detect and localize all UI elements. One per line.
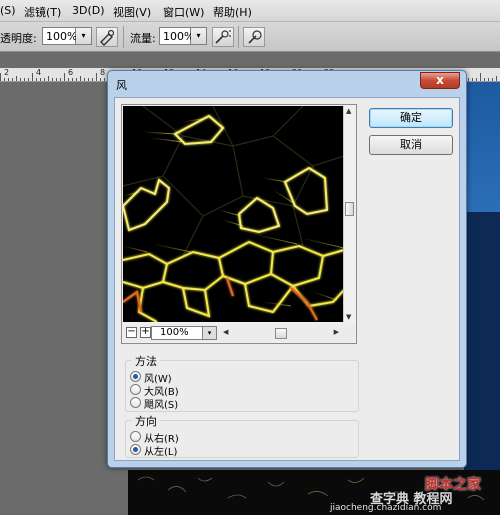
tablet-pressure-button[interactable] <box>243 27 265 47</box>
radio-button[interactable] <box>130 384 141 395</box>
zoom-in-button[interactable]: + <box>140 327 151 338</box>
canvas-image-area <box>464 82 500 212</box>
ruler-tick <box>496 76 497 81</box>
ok-button[interactable]: 确定 <box>369 108 453 128</box>
airbrush-toggle-button[interactable] <box>212 27 234 47</box>
radio-button[interactable] <box>130 397 141 408</box>
ruler-tick <box>80 76 81 81</box>
canvas-fragment <box>464 82 500 482</box>
ruler-tick <box>12 78 13 81</box>
ruler-label: 4 <box>36 68 42 77</box>
ruler-tick <box>4 78 5 81</box>
cancel-button[interactable]: 取消 <box>369 135 453 155</box>
preview-horizontal-scrollbar[interactable]: ◀ ▶ <box>223 328 339 339</box>
menu-item-3d[interactable]: 3D(D) <box>72 4 105 17</box>
menu-bar: (S) 滤镜(T) 3D(D) 视图(V) 窗口(W) 帮助(H) <box>0 0 500 22</box>
preview-vertical-scrollbar[interactable]: ▲ ▼ <box>343 106 355 322</box>
opacity-input[interactable]: 100% <box>42 27 77 45</box>
ruler-tick <box>96 73 97 81</box>
wind-filter-dialog: 风 x ▲ ▼ − + 100% ▾ ◀ ▶ 确定 取消 方法 风(W) 大风(… <box>107 70 467 468</box>
direction-group: 方向 从右(R) 从左(L) <box>125 413 359 458</box>
ruler-tick <box>16 76 17 81</box>
ruler-label: 2 <box>4 68 10 77</box>
option-label: 从左(L) <box>144 447 178 458</box>
wind-effect-preview-image <box>123 106 344 322</box>
ruler-tick <box>88 78 89 81</box>
ruler-tick <box>84 78 85 81</box>
scroll-up-icon[interactable]: ▲ <box>346 107 351 115</box>
dialog-title: 风 <box>116 79 127 92</box>
direction-legend: 方向 <box>132 413 160 429</box>
ruler-tick <box>48 76 49 81</box>
airbrush-icon <box>215 30 231 44</box>
dialog-body: ▲ ▼ − + 100% ▾ ◀ ▶ 确定 取消 方法 风(W) 大风(B) 飓… <box>114 97 460 461</box>
ruler-tick <box>64 73 65 81</box>
ruler-tick <box>492 78 493 81</box>
ruler-tick <box>92 78 93 81</box>
opacity-dropdown[interactable]: ▾ <box>76 27 92 45</box>
ruler-tick <box>32 73 33 81</box>
ruler-tick <box>60 78 61 81</box>
watermark-url: jiaocheng.chazidian.com <box>330 503 442 513</box>
flow-input[interactable]: 100% <box>159 27 194 45</box>
method-legend: 方法 <box>132 353 160 369</box>
ruler-tick <box>68 78 69 81</box>
scroll-left-icon[interactable]: ◀ <box>223 328 228 336</box>
opacity-label: 透明度: <box>0 32 37 45</box>
menu-item-select[interactable]: (S) <box>0 4 16 17</box>
ruler-tick <box>100 78 101 81</box>
ruler-tick <box>44 78 45 81</box>
zoom-dropdown[interactable]: ▾ <box>203 326 217 340</box>
ruler-tick <box>28 78 29 81</box>
option-label: 飓风(S) <box>144 400 179 411</box>
scroll-thumb[interactable] <box>345 202 354 216</box>
ruler-tick <box>480 73 481 81</box>
ruler-tick <box>0 73 1 81</box>
airbrush-tool-button[interactable] <box>96 27 118 47</box>
preview-zoom-bar: − + 100% ▾ ◀ ▶ <box>123 324 355 342</box>
separator <box>238 26 239 48</box>
flow-dropdown[interactable]: ▾ <box>191 27 207 45</box>
ruler-tick <box>40 78 41 81</box>
pressure-icon <box>248 30 262 44</box>
menu-item-view[interactable]: 视图(V) <box>113 4 151 20</box>
ruler-tick <box>468 78 469 81</box>
ruler-tick <box>472 78 473 81</box>
ruler-tick <box>488 78 489 81</box>
radio-button[interactable] <box>130 431 141 442</box>
brush-icon <box>100 29 115 46</box>
ruler-tick <box>56 78 57 81</box>
ruler-tick <box>104 78 105 81</box>
ruler-label: 6 <box>68 68 74 77</box>
menu-item-help[interactable]: 帮助(H) <box>213 4 252 20</box>
ruler-tick <box>36 78 37 81</box>
ruler-tick <box>76 78 77 81</box>
ruler-tick <box>476 78 477 81</box>
menu-item-window[interactable]: 窗口(W) <box>163 4 204 20</box>
flow-label: 流量: <box>130 32 156 45</box>
ruler-tick <box>484 78 485 81</box>
filter-preview[interactable] <box>123 106 344 322</box>
radio-button[interactable] <box>130 371 141 382</box>
scroll-down-icon[interactable]: ▼ <box>346 313 351 321</box>
ruler-tick <box>24 78 25 81</box>
method-group: 方法 风(W) 大风(B) 飓风(S) <box>125 353 359 412</box>
zoom-out-button[interactable]: − <box>126 327 137 338</box>
menu-item-filter[interactable]: 滤镜(T) <box>24 4 61 20</box>
ruler-tick <box>72 78 73 81</box>
separator <box>123 26 124 48</box>
ruler-tick <box>20 78 21 81</box>
options-bar: 透明度: 100% ▾ 流量: 100% ▾ <box>0 22 500 52</box>
zoom-level-field[interactable]: 100% <box>151 326 203 340</box>
ruler-tick <box>8 78 9 81</box>
radio-button[interactable] <box>130 444 141 455</box>
close-button[interactable]: x <box>420 72 460 89</box>
ruler-tick <box>52 78 53 81</box>
scroll-right-icon[interactable]: ▶ <box>334 328 339 336</box>
scroll-thumb[interactable] <box>275 328 287 339</box>
preview-panel: ▲ ▼ − + 100% ▾ ◀ ▶ <box>121 104 357 344</box>
ruler-label: 8 <box>100 68 106 77</box>
